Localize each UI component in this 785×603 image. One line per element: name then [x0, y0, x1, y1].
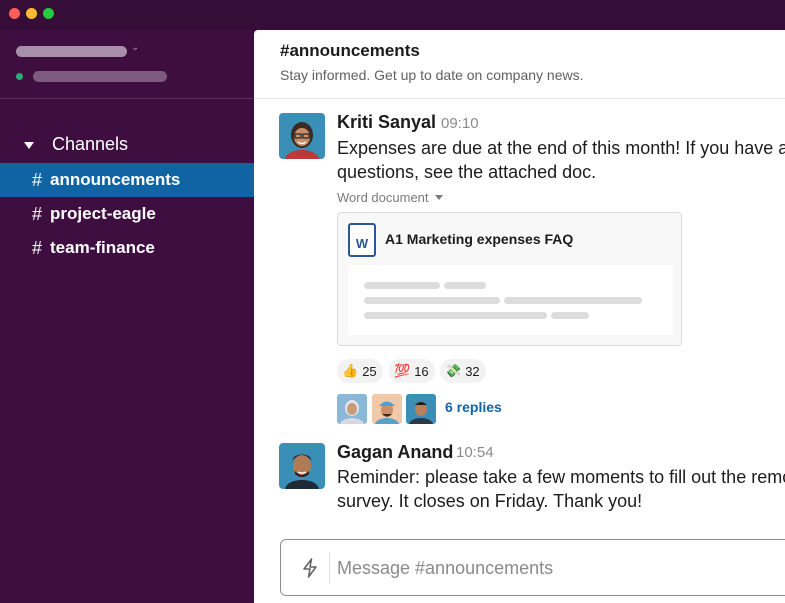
sidebar-item-label: team-finance: [50, 238, 155, 257]
channel-title[interactable]: #announcements: [280, 41, 420, 61]
thread-replies-link[interactable]: 6 replies: [445, 399, 502, 415]
sidebar-item-label: announcements: [50, 170, 181, 189]
message-timestamp[interactable]: 10:54: [456, 444, 494, 461]
message-author[interactable]: Gagan Anand: [337, 442, 453, 463]
channels-section-header[interactable]: Channels: [24, 134, 128, 155]
attachment-type-label[interactable]: Word document: [337, 190, 443, 205]
channels-header-label: Channels: [52, 134, 129, 154]
channel-view: #announcements Stay informed. Get up to …: [254, 30, 785, 603]
header-divider: [254, 98, 785, 99]
thumbs-up-emoji: 👍: [342, 363, 359, 378]
hash-icon: #: [32, 169, 43, 190]
maximize-window-button[interactable]: [43, 8, 54, 19]
sidebar-item-announcements[interactable]: # announcements: [0, 163, 254, 197]
attachment-card[interactable]: W A1 Marketing expenses FAQ: [337, 212, 682, 346]
doc-icon-letter: W: [355, 236, 369, 251]
composer-divider: [329, 552, 330, 584]
reaction-count: 25: [362, 363, 377, 379]
document-preview: [348, 265, 673, 335]
message-author[interactable]: Kriti Sanyal: [337, 112, 436, 133]
reaction-thumbs-up[interactable]: 👍 25: [337, 359, 383, 383]
avatar[interactable]: [279, 443, 325, 489]
hash-icon: #: [32, 237, 43, 258]
sidebar-item-team-finance[interactable]: # team-finance: [0, 231, 254, 265]
chevron-down-icon[interactable]: ⌄: [131, 42, 139, 53]
message-timestamp[interactable]: 09:10: [441, 115, 479, 132]
attachment-title[interactable]: A1 Marketing expenses FAQ: [385, 231, 573, 247]
message-input[interactable]: [337, 550, 785, 586]
sidebar-divider: [0, 98, 254, 99]
reply-avatar[interactable]: [372, 394, 402, 424]
message-text-line: Expenses are due at the end of this mont…: [337, 138, 785, 158]
avatar[interactable]: [279, 113, 325, 159]
window-titlebar: [0, 0, 785, 30]
sidebar-item-label: project-eagle: [50, 204, 156, 223]
message-text-line: Reminder: please take a few moments to f…: [337, 467, 785, 487]
sidebar-item-project-eagle[interactable]: # project-eagle: [0, 197, 254, 231]
user-status-placeholder[interactable]: [33, 71, 167, 82]
message-composer[interactable]: [280, 539, 785, 596]
hundred-points-emoji: 💯: [394, 363, 411, 378]
presence-dot-icon: [16, 73, 23, 80]
message-text-line: survey. It closes on Friday. Thank you!: [337, 491, 643, 511]
message-text-line: questions, see the attached doc.: [337, 162, 597, 182]
reaction-count: 16: [414, 363, 429, 379]
word-doc-icon: W: [348, 223, 376, 257]
reply-avatar[interactable]: [337, 394, 367, 424]
caret-down-icon[interactable]: [434, 195, 443, 200]
money-with-wings-emoji: 💸: [445, 363, 462, 378]
channel-topic: Stay informed. Get up to date on company…: [280, 67, 584, 83]
close-window-button[interactable]: [9, 8, 20, 19]
attachment-type-text: Word document: [337, 190, 429, 205]
bolt-icon[interactable]: [301, 558, 319, 578]
reaction-count: 32: [465, 363, 480, 379]
reaction-hundred[interactable]: 💯 16: [389, 359, 435, 383]
workspace-name-placeholder[interactable]: [16, 46, 127, 57]
sidebar: ⌄ Channels # announcements # project-eag…: [0, 30, 254, 603]
minimize-window-button[interactable]: [26, 8, 37, 19]
reaction-money[interactable]: 💸 32: [440, 359, 486, 383]
caret-down-icon[interactable]: [24, 141, 34, 149]
reply-avatar[interactable]: [406, 394, 436, 424]
hash-icon: #: [32, 203, 43, 224]
